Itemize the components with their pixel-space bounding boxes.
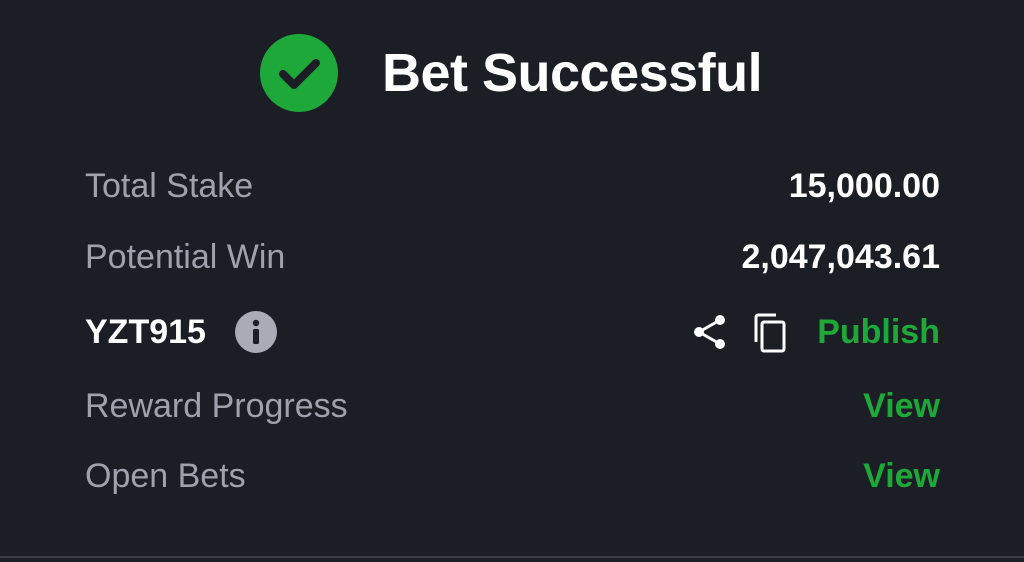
reward-progress-row: Reward Progress View [85, 384, 940, 428]
potential-win-value: 2,047,043.61 [741, 238, 940, 276]
divider [0, 556, 1024, 558]
copy-icon[interactable] [750, 312, 790, 354]
page-title: Bet Successful [382, 43, 763, 103]
total-stake-label: Total Stake [85, 167, 254, 205]
share-icon[interactable] [690, 312, 730, 352]
open-bets-label: Open Bets [85, 457, 246, 495]
potential-win-row: Potential Win 2,047,043.61 [85, 235, 940, 279]
booking-code-row: YZT915 Publish [85, 310, 940, 354]
booking-code: YZT915 [85, 313, 206, 351]
total-stake-row: Total Stake 15,000.00 [85, 164, 940, 208]
reward-progress-label: Reward Progress [85, 387, 348, 425]
total-stake-value: 15,000.00 [788, 167, 940, 205]
open-bets-view-button[interactable]: View [863, 454, 940, 498]
bet-success-header: Bet Successful [0, 0, 1024, 150]
potential-win-label: Potential Win [85, 238, 286, 276]
check-circle-icon [260, 34, 338, 112]
reward-progress-view-button[interactable]: View [863, 384, 940, 428]
publish-button[interactable]: Publish [817, 310, 940, 354]
open-bets-row: Open Bets View [85, 454, 940, 498]
info-icon[interactable] [235, 311, 277, 353]
